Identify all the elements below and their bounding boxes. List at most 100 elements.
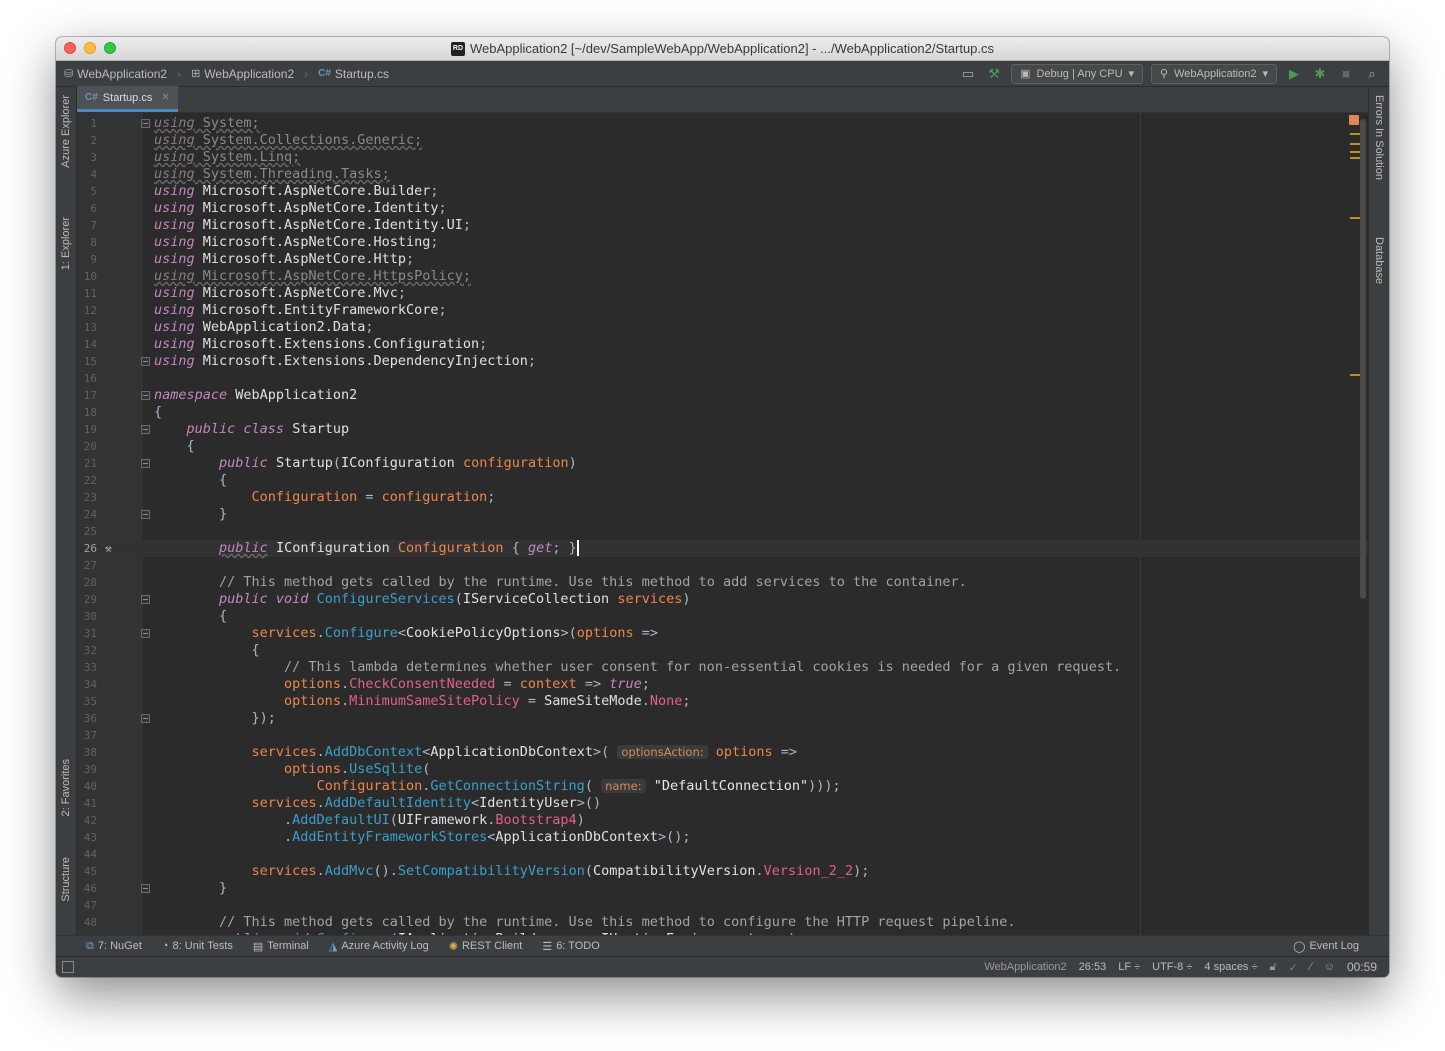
code-line[interactable]: 2 using System.Collections.Generic; [77, 132, 1368, 149]
fold-marker-icon[interactable] [141, 595, 150, 604]
code-line[interactable]: 28 // This method gets called by the run… [77, 574, 1368, 591]
configuration-select[interactable]: ▣ Debug | Any CPU ▾ [1011, 63, 1144, 84]
tool-rest-client[interactable]: ✺ REST Client [449, 940, 523, 953]
code-line[interactable]: 34 options.CheckConsentNeeded = context … [77, 676, 1368, 693]
code-line[interactable]: 13 using WebApplication2.Data; [77, 319, 1368, 336]
power-save-icon[interactable]: ⁄ [1310, 961, 1312, 973]
code-line[interactable]: 10 using Microsoft.AspNetCore.HttpsPolicy… [77, 268, 1368, 285]
code-line[interactable]: 26 ⚒ public IConfiguration Configuration … [77, 540, 1368, 557]
code-line[interactable]: 47 [77, 897, 1368, 914]
close-tab-icon[interactable]: ✕ [161, 92, 169, 103]
code-line[interactable]: 32 { [77, 642, 1368, 659]
code-line[interactable]: 8 using Microsoft.AspNetCore.Hosting; [77, 234, 1368, 251]
code-line[interactable]: 42 .AddDefaultUI(UIFramework.Bootstrap4) [77, 812, 1368, 829]
user-icon[interactable]: ☺ [1324, 961, 1335, 973]
code-line[interactable]: 39 options.UseSqlite( [77, 761, 1368, 778]
tool-tab-structure[interactable]: Structure [60, 857, 72, 902]
code-line[interactable]: 40 Configuration.GetConnectionString( na… [77, 778, 1368, 795]
debug-bug-icon[interactable]: ✱ [1311, 66, 1329, 82]
code-line[interactable]: 38 services.AddDbContext<ApplicationDbCo… [77, 744, 1368, 761]
code-line[interactable]: 46 } [77, 880, 1368, 897]
breadcrumb-solution[interactable]: WebApplication2 [77, 67, 167, 81]
tab-startup-cs[interactable]: C# Startup.cs ✕ [77, 86, 178, 112]
fold-marker-icon[interactable] [141, 714, 150, 723]
inspection-ok-icon[interactable]: ✓ [1289, 961, 1298, 974]
tool-tab-favorites[interactable]: 2: Favorites [60, 759, 72, 816]
code-line[interactable]: 19 public class Startup [77, 421, 1368, 438]
tool-azure-activity-log[interactable]: ◮ Azure Activity Log [329, 940, 429, 953]
code-line[interactable]: 37 [77, 727, 1368, 744]
close-window-button[interactable] [64, 42, 76, 54]
code-line[interactable]: 24 } [77, 506, 1368, 523]
search-icon[interactable]: ⌕ [1363, 66, 1381, 82]
code-line[interactable]: 29 public void ConfigureServices(IServic… [77, 591, 1368, 608]
fold-marker-icon[interactable] [141, 459, 150, 468]
status-position[interactable]: 26:53 [1079, 961, 1107, 973]
tool-tab-errors-in-solution[interactable]: Errors In Solution [1373, 95, 1385, 180]
code-line[interactable]: 12 using Microsoft.EntityFrameworkCore; [77, 302, 1368, 319]
quick-fix-hammer-icon[interactable]: ⚒ [105, 540, 112, 557]
code-line[interactable]: 20 { [77, 438, 1368, 455]
code-line[interactable]: 1 using System; [77, 115, 1368, 132]
fold-marker-icon[interactable] [141, 391, 150, 400]
fold-marker-icon[interactable] [141, 357, 150, 366]
run-icon[interactable]: ▶ [1285, 66, 1303, 82]
code-line[interactable]: 11 using Microsoft.AspNetCore.Mvc; [77, 285, 1368, 302]
code-line[interactable]: 17 namespace WebApplication2 [77, 387, 1368, 404]
breadcrumb-file[interactable]: Startup.cs [335, 67, 389, 81]
code-line[interactable]: 3 using System.Linq; [77, 149, 1368, 166]
status-line-separator[interactable]: LF ÷ [1118, 961, 1140, 973]
code-line[interactable]: 5 using Microsoft.AspNetCore.Builder; [77, 183, 1368, 200]
code-line[interactable]: 25 [77, 523, 1368, 540]
fold-marker-icon[interactable] [141, 629, 150, 638]
code-line[interactable]: 7 using Microsoft.AspNetCore.Identity.UI; [77, 217, 1368, 234]
vertical-scrollbar[interactable] [1360, 119, 1366, 599]
fold-marker-icon[interactable] [141, 119, 150, 128]
toggle-tool-windows-icon[interactable] [62, 961, 74, 973]
code-line[interactable]: 35 options.MinimumSameSitePolicy = SameS… [77, 693, 1368, 710]
code-line[interactable]: 4 using System.Threading.Tasks; [77, 166, 1368, 183]
code-line[interactable]: 9 using Microsoft.AspNetCore.Http; [77, 251, 1368, 268]
code-line[interactable]: 31 services.Configure<CookiePolicyOption… [77, 625, 1368, 642]
code-line[interactable]: 16 [77, 370, 1368, 387]
code-line[interactable]: 36 }); [77, 710, 1368, 727]
code-line[interactable]: 43 .AddEntityFrameworkStores<Application… [77, 829, 1368, 846]
fold-marker-icon[interactable] [141, 510, 150, 519]
code-line[interactable]: 22 { [77, 472, 1368, 489]
code-line[interactable]: 21 public Startup(IConfiguration configu… [77, 455, 1368, 472]
tool-tab-azure-explorer[interactable]: Azure Explorer [60, 95, 72, 168]
status-encoding[interactable]: UTF-8 ÷ [1152, 961, 1192, 973]
lock-icon[interactable]: 🔓︎ [1270, 961, 1277, 974]
code-line[interactable]: 44 [77, 846, 1368, 863]
tool-tab-database[interactable]: Database [1373, 237, 1385, 284]
code-line[interactable]: 15 using Microsoft.Extensions.DependencyI… [77, 353, 1368, 370]
code-line[interactable]: 45 services.AddMvc().SetCompatibilityVer… [77, 863, 1368, 880]
zoom-window-button[interactable] [104, 42, 116, 54]
breadcrumb-project[interactable]: WebApplication2 [204, 67, 294, 81]
build-hammer-icon[interactable]: ⚒ [985, 66, 1003, 82]
code-line[interactable]: 6 using Microsoft.AspNetCore.Identity; [77, 200, 1368, 217]
status-indent[interactable]: 4 spaces ÷ [1204, 961, 1257, 973]
code-line[interactable]: 18 { [77, 404, 1368, 421]
stop-icon[interactable]: ■ [1337, 66, 1355, 81]
run-target-select[interactable]: ⚲ WebApplication2 ▾ [1151, 63, 1277, 84]
code-editor[interactable]: 1 using System; 2 using System.Collections.… [77, 113, 1368, 935]
tool-tab-explorer[interactable]: 1: Explorer [60, 217, 72, 270]
code-line[interactable]: 14 using Microsoft.Extensions.Configurati… [77, 336, 1368, 353]
status-project[interactable]: WebApplication2 [984, 961, 1066, 973]
code-line[interactable]: 48 // This method gets called by the run… [77, 914, 1368, 931]
tool-terminal[interactable]: ▤ Terminal [253, 940, 309, 953]
layout-icon[interactable]: ▭ [959, 66, 977, 82]
code-line[interactable]: 30 { [77, 608, 1368, 625]
tool-unit-tests[interactable]: ◔ 8: Unit Tests [162, 940, 233, 952]
code-line[interactable]: 23 Configuration = configuration; [77, 489, 1368, 506]
tool-nuget[interactable]: ⧉ 7: NuGet [86, 940, 142, 953]
code-line[interactable]: 27 [77, 557, 1368, 574]
tool-event-log[interactable]: ◯ Event Log [1293, 940, 1389, 953]
warning-status-icon[interactable] [1349, 115, 1359, 125]
code-line[interactable]: 33 // This lambda determines whether use… [77, 659, 1368, 676]
code-line[interactable]: 41 services.AddDefaultIdentity<IdentityU… [77, 795, 1368, 812]
fold-marker-icon[interactable] [141, 884, 150, 893]
minimize-window-button[interactable] [84, 42, 96, 54]
tool-todo[interactable]: ☰ 6: TODO [542, 940, 599, 953]
